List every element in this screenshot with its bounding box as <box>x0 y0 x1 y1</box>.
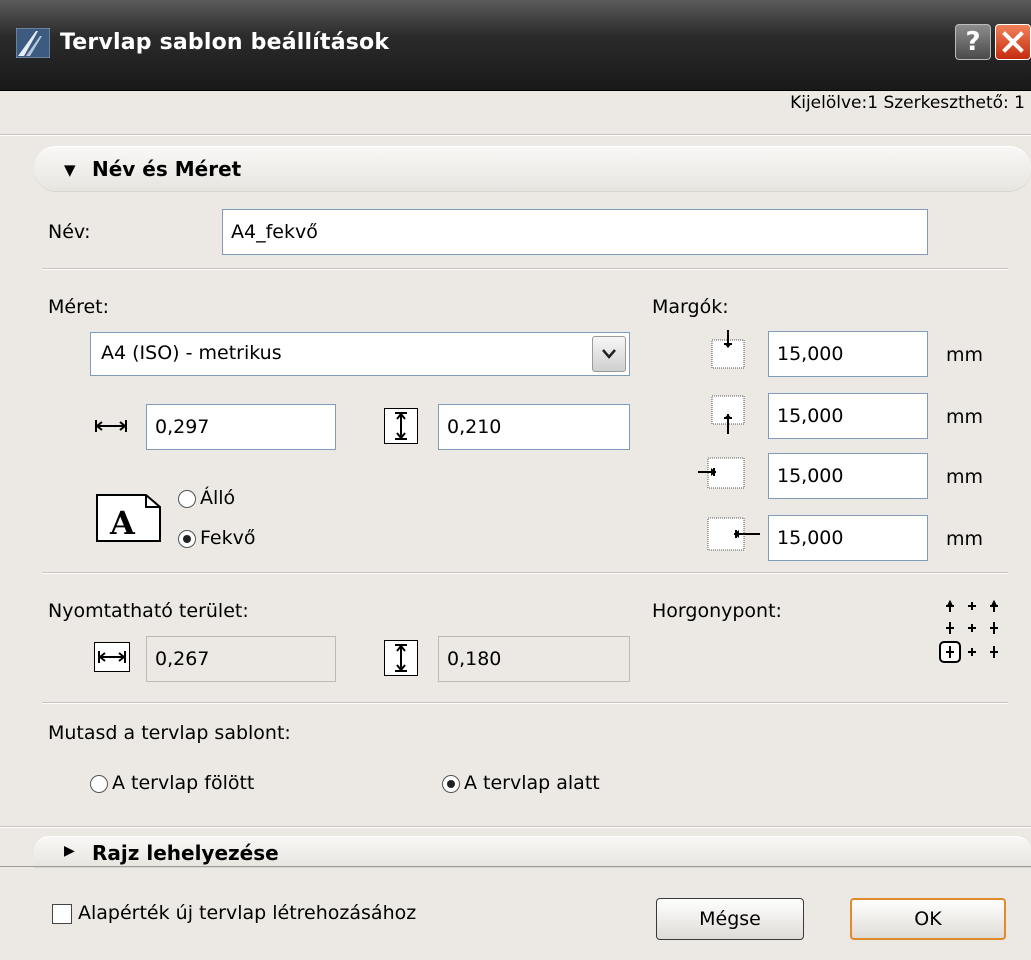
margin-right-input[interactable]: 15,000 <box>768 515 928 561</box>
orientation-landscape-radio[interactable] <box>178 530 196 548</box>
margin-left-unit: mm <box>946 466 984 488</box>
margin-left-icon <box>698 457 745 489</box>
printable-width-field: 0,267 <box>146 636 336 682</box>
window-title: Tervlap sablon beállítások <box>60 30 390 55</box>
divider <box>0 134 1031 136</box>
printable-area-label: Nyomtatható terület: <box>48 600 249 622</box>
divider <box>42 268 1008 270</box>
name-label: Név: <box>48 221 91 243</box>
size-select-value: A4 (ISO) - metrikus <box>101 342 282 364</box>
printable-width-icon <box>94 642 130 672</box>
show-above-radio[interactable] <box>90 775 108 793</box>
anchor-point-grid[interactable] <box>924 594 1008 666</box>
name-input[interactable]: A4_fekvő <box>222 209 928 255</box>
default-checkbox-label: Alapérték új tervlap létrehozásához <box>78 902 417 924</box>
margin-top-icon <box>711 330 745 369</box>
panel-title: Név és Méret <box>92 157 242 181</box>
margin-left-input[interactable]: 15,000 <box>768 453 928 499</box>
size-select[interactable]: A4 (ISO) - metrikus <box>90 332 630 376</box>
margin-top-unit: mm <box>946 344 984 366</box>
orientation-page-icon: A <box>96 494 161 542</box>
divider <box>42 572 1008 574</box>
close-icon <box>1002 31 1024 53</box>
orientation-portrait-radio[interactable] <box>178 490 196 508</box>
dropdown-arrow-icon[interactable] <box>592 336 626 372</box>
radio-selected-dot <box>183 535 191 543</box>
divider <box>0 866 1031 867</box>
printable-height-field: 0,180 <box>438 636 630 682</box>
margin-bottom-input[interactable]: 15,000 <box>768 393 928 439</box>
margin-right-unit: mm <box>946 528 984 550</box>
cancel-button[interactable]: Mégse <box>656 898 804 940</box>
show-below-label: A tervlap alatt <box>464 772 600 794</box>
margins-label: Margók: <box>652 296 729 318</box>
title-bar[interactable]: Tervlap sablon beállítások ? <box>0 0 1031 91</box>
height-input[interactable]: 0,210 <box>438 404 630 450</box>
orientation-portrait-label: Álló <box>200 487 236 509</box>
radio-selected-dot <box>447 780 455 788</box>
width-input[interactable]: 0,297 <box>146 404 336 450</box>
close-button[interactable] <box>995 24 1031 60</box>
divider <box>0 826 1031 828</box>
default-checkbox[interactable] <box>52 904 72 924</box>
orientation-letter: A <box>109 504 136 542</box>
archicad-logo-icon <box>16 28 50 58</box>
selection-status: Kijelölve:1 Szerkeszthető: 1 <box>790 93 1025 113</box>
width-icon <box>94 408 128 444</box>
margin-right-icon <box>707 517 760 551</box>
panel-header-drawing-placement[interactable]: ▶ Rajz lehelyezése <box>34 836 1031 867</box>
collapse-triangle-icon: ▼ <box>64 161 76 179</box>
divider <box>42 702 1008 704</box>
panel-title: Rajz lehelyezése <box>92 841 279 865</box>
size-label: Méret: <box>48 296 110 318</box>
ok-button[interactable]: OK <box>850 898 1006 940</box>
printable-height-icon <box>384 640 418 676</box>
margin-bottom-icon <box>711 395 745 434</box>
orientation-landscape-label: Fekvő <box>200 527 256 549</box>
help-button[interactable]: ? <box>955 24 991 60</box>
show-below-radio[interactable] <box>442 775 460 793</box>
margin-bottom-unit: mm <box>946 406 984 428</box>
margin-top-input[interactable]: 15,000 <box>768 331 928 377</box>
expand-triangle-icon: ▶ <box>64 843 75 859</box>
show-above-label: A tervlap fölött <box>112 772 255 794</box>
panel-header-name-size[interactable]: ▼ Név és Méret <box>34 146 1031 191</box>
height-icon <box>384 408 418 444</box>
anchor-point-label: Horgonypont: <box>652 600 782 622</box>
show-template-label: Mutasd a tervlap sablont: <box>48 722 291 744</box>
